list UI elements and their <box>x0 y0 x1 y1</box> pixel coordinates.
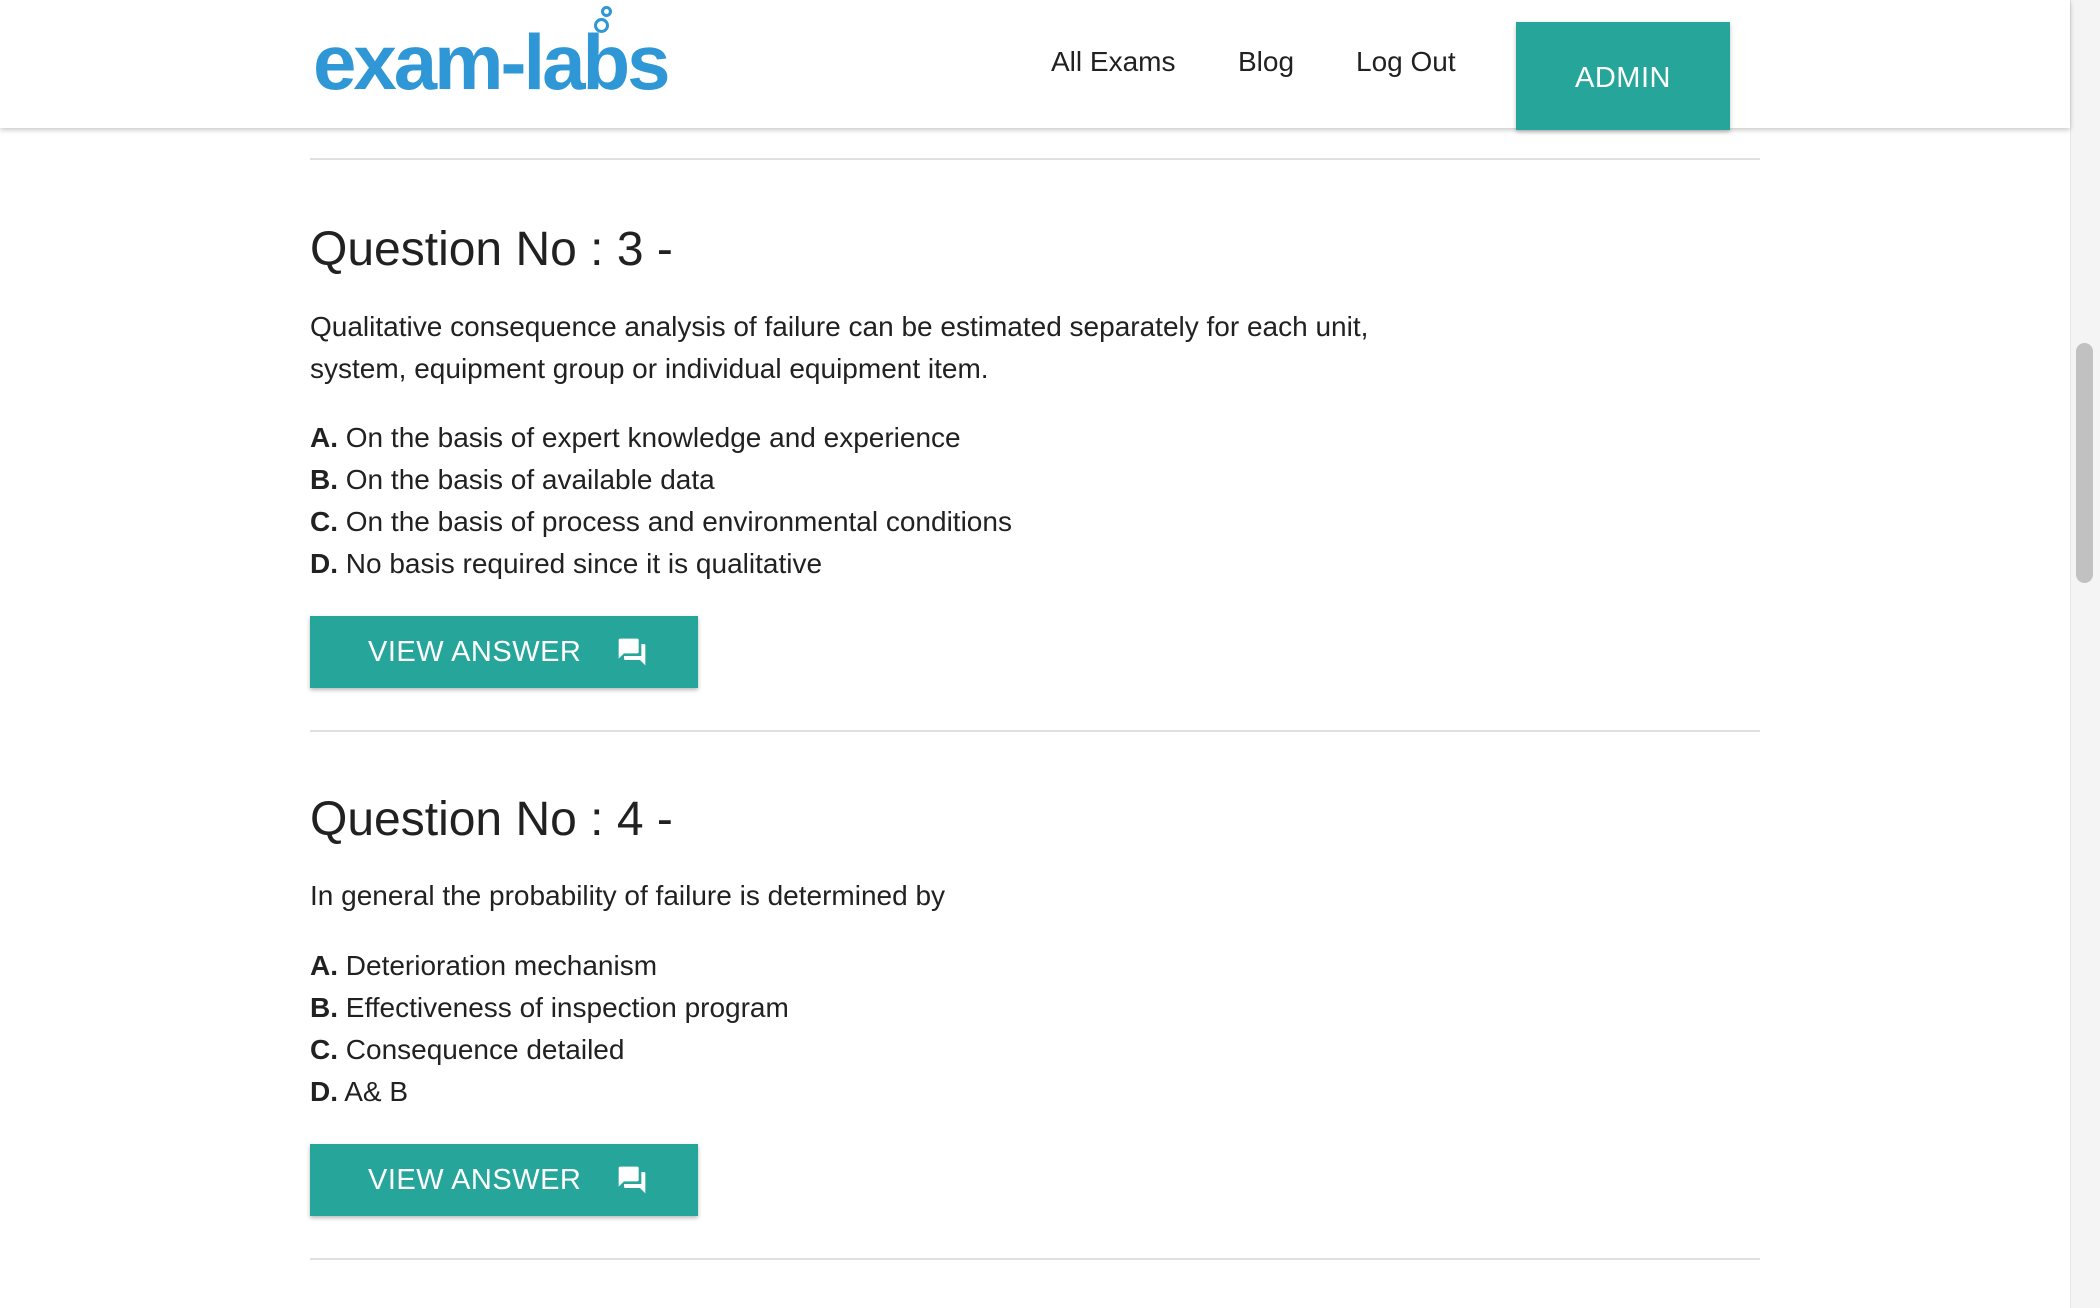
option-text: Consequence detailed <box>345 1034 625 1065</box>
option-item: C. Consequence detailed <box>310 1029 789 1071</box>
option-item: D. A& B <box>310 1071 789 1113</box>
view-answer-button[interactable]: VIEW ANSWER <box>310 1144 698 1216</box>
option-letter: D. <box>310 1076 338 1107</box>
option-text: Deterioration mechanism <box>345 950 658 981</box>
option-item: B. Effectiveness of inspection program <box>310 987 789 1029</box>
logo-text: exam-labs <box>313 18 671 106</box>
option-item: A. On the basis of expert knowledge and … <box>310 417 1012 459</box>
nav-all-exams[interactable]: All Exams <box>1051 44 1175 80</box>
question-text: In general the probability of failure is… <box>310 880 946 911</box>
exam-labs-logo[interactable]: exam-labs <box>313 6 683 106</box>
admin-button[interactable]: ADMIN <box>1516 22 1730 130</box>
option-letter: A. <box>310 950 338 981</box>
top-navbar: exam-labs All Exams Blog Log Out ADMIN <box>0 0 2070 130</box>
logo-bubble-icon <box>601 6 612 17</box>
option-item: B. On the basis of available data <box>310 459 1012 501</box>
view-answer-label: VIEW ANSWER <box>368 635 582 668</box>
option-letter: C. <box>310 506 338 537</box>
logo-bubble-icon <box>594 18 609 33</box>
option-item: D. No basis required since it is qualita… <box>310 543 1012 585</box>
options-list: A. On the basis of expert knowledge and … <box>310 417 1012 585</box>
divider <box>310 158 1760 160</box>
scrollbar-track[interactable] <box>2070 0 2100 1308</box>
divider <box>310 730 1760 732</box>
forum-icon <box>615 636 649 668</box>
divider <box>310 1258 1760 1260</box>
option-item: A. Deterioration mechanism <box>310 945 789 987</box>
option-text: On the basis of process and environmenta… <box>345 506 1012 537</box>
question-title: Question No : 3 - <box>310 223 673 276</box>
option-text: On the basis of expert knowledge and exp… <box>345 422 961 453</box>
option-text: On the basis of available data <box>345 464 715 495</box>
option-letter: B. <box>310 464 338 495</box>
option-item: C. On the basis of process and environme… <box>310 501 1012 543</box>
option-text: A& B <box>344 1076 409 1107</box>
option-letter: D. <box>310 548 338 579</box>
nav-log-out[interactable]: Log Out <box>1356 44 1456 80</box>
option-text: No basis required since it is qualitativ… <box>345 548 823 579</box>
scrollbar-thumb[interactable] <box>2076 343 2093 583</box>
view-answer-button[interactable]: VIEW ANSWER <box>310 616 698 688</box>
forum-icon <box>615 1164 649 1196</box>
options-list: A. Deterioration mechanism B. Effectiven… <box>310 945 789 1113</box>
question-title: Question No : 4 - <box>310 793 673 846</box>
admin-button-label: ADMIN <box>1575 61 1671 94</box>
option-letter: B. <box>310 992 338 1023</box>
nav-blog[interactable]: Blog <box>1238 44 1294 80</box>
question-text: Qualitative consequence analysis of fail… <box>310 311 1369 384</box>
option-letter: C. <box>310 1034 338 1065</box>
view-answer-label: VIEW ANSWER <box>368 1163 582 1196</box>
option-letter: A. <box>310 422 338 453</box>
option-text: Effectiveness of inspection program <box>345 992 789 1023</box>
